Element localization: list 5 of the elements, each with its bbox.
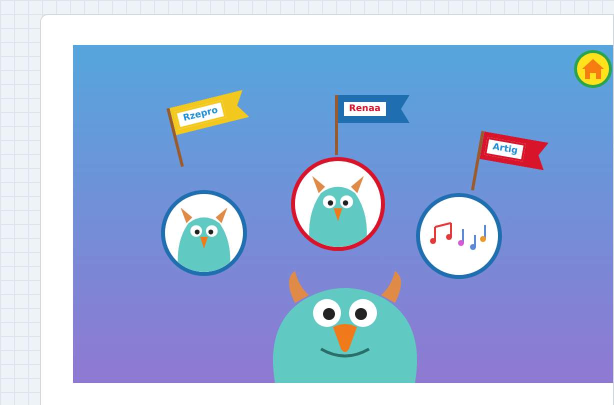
music-notes-drawing <box>429 221 489 251</box>
flag-pole <box>335 95 338 155</box>
activity-label: Rzepro <box>174 100 227 130</box>
activity-label: Renaa <box>342 100 388 118</box>
activity-label: Artig <box>484 137 526 162</box>
